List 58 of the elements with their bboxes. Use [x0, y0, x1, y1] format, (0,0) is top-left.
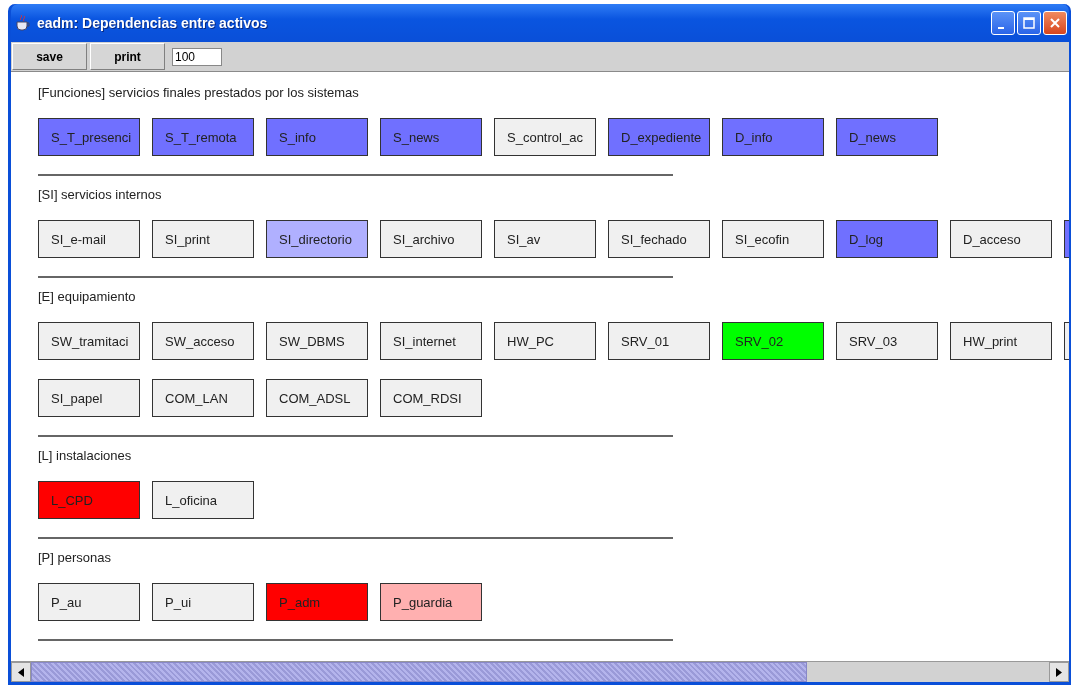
section-label: [SI] servicios internos	[38, 187, 162, 203]
asset-node[interactable]: D_expediente	[608, 118, 710, 156]
asset-node[interactable]: S_T_remota	[152, 118, 254, 156]
asset-node[interactable]: SI_fechado	[608, 220, 710, 258]
scroll-left-button[interactable]	[11, 662, 31, 682]
section-label: [Funciones] servicios finales prestados por los sistemas	[38, 85, 359, 101]
asset-node[interactable]: SRV_02	[722, 322, 824, 360]
maximize-button[interactable]	[1017, 11, 1041, 35]
asset-node[interactable]: SI_ecofin	[722, 220, 824, 258]
asset-node[interactable]: SI_archivo	[380, 220, 482, 258]
caret-left-icon	[18, 667, 24, 677]
section-label: [E] equipamiento	[38, 289, 136, 305]
scrollbar-thumb[interactable]	[31, 662, 807, 682]
minimize-icon	[998, 27, 1004, 29]
asset-node[interactable]: P_guardia	[380, 583, 482, 621]
asset-node[interactable]: S_info	[266, 118, 368, 156]
asset-node[interactable]: P_adm	[266, 583, 368, 621]
section-label: [P] personas	[38, 550, 111, 566]
print-button[interactable]: print	[90, 43, 165, 70]
save-button[interactable]: save	[12, 43, 87, 70]
window-title: eadm: Dependencias entre activos	[37, 15, 269, 31]
minimize-button[interactable]	[991, 11, 1015, 35]
asset-node[interactable]: L_CPD	[38, 481, 140, 519]
asset-node[interactable]: S_control_ac	[494, 118, 596, 156]
coffee-cup-icon	[15, 14, 31, 32]
horizontal-scrollbar[interactable]	[11, 661, 1069, 682]
asset-node[interactable]: SI_e-mail	[38, 220, 140, 258]
asset-node[interactable]: D_news	[836, 118, 938, 156]
asset-node[interactable]: SW_acceso	[152, 322, 254, 360]
asset-node[interactable]: SW_DBMS	[266, 322, 368, 360]
asset-node[interactable]: P_au	[38, 583, 140, 621]
asset-node[interactable]: P_ui	[152, 583, 254, 621]
asset-node[interactable]: SRV_01	[608, 322, 710, 360]
maximize-icon	[1023, 17, 1035, 29]
asset-node[interactable]: SI_internet	[380, 322, 482, 360]
asset-node[interactable]: SI_papel	[38, 379, 140, 417]
asset-node[interactable]: S_news	[380, 118, 482, 156]
asset-node[interactable]: SI_directorio	[266, 220, 368, 258]
asset-node[interactable]: HW_PC	[494, 322, 596, 360]
asset-node[interactable]: HW_print	[950, 322, 1052, 360]
scroll-right-button[interactable]	[1049, 662, 1069, 682]
asset-node[interactable]: SRV_03	[836, 322, 938, 360]
zoom-field[interactable]: 100	[172, 47, 222, 66]
caret-right-icon	[1056, 667, 1062, 677]
asset-node[interactable]: SI_print	[152, 220, 254, 258]
asset-node[interactable]: COM_ADSL	[266, 379, 368, 417]
close-icon	[1049, 17, 1061, 29]
asset-node[interactable]: D_acceso	[950, 220, 1052, 258]
asset-node[interactable]: SW_tramitaci	[38, 322, 140, 360]
asset-node[interactable]: S_T_presenci	[38, 118, 140, 156]
asset-node[interactable]: SI_av	[494, 220, 596, 258]
asset-node[interactable]: COM_RDSI	[380, 379, 482, 417]
asset-node[interactable]: L_oficina	[152, 481, 254, 519]
section-label: [L] instalaciones	[38, 448, 132, 464]
close-button[interactable]	[1043, 11, 1067, 35]
asset-node[interactable]: COM_LAN	[152, 379, 254, 417]
asset-node[interactable]: D_info	[722, 118, 824, 156]
asset-node[interactable]: D_log	[836, 220, 938, 258]
